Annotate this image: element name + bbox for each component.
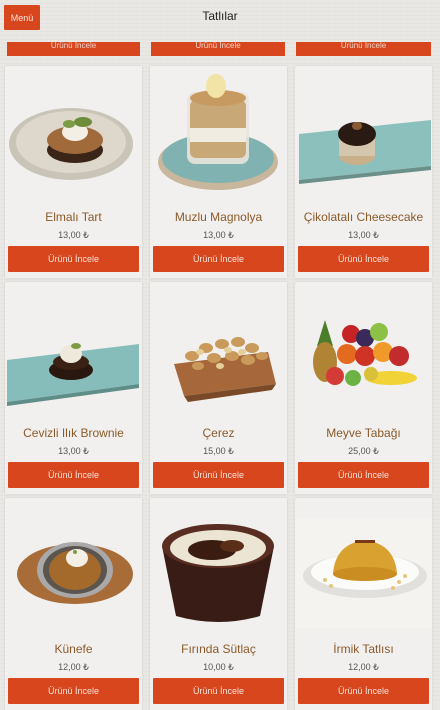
product-name: Meyve Tabağı	[326, 426, 401, 440]
product-detail-button[interactable]: Ürünü İncele	[298, 246, 429, 272]
product-price: 13,00 ₺	[58, 446, 89, 456]
product-price: 15,00 ₺	[203, 446, 234, 456]
product-price: 13,00 ₺	[348, 230, 379, 240]
product-detail-button[interactable]: Ürünü İncele	[298, 462, 429, 488]
product-card[interactable]: Künefe 12,00 ₺ Ürünü İncele	[5, 498, 142, 710]
product-price: 13,00 ₺	[58, 230, 89, 240]
nuts-bowl-photo	[150, 282, 287, 420]
product-price: 12,00 ₺	[348, 662, 379, 672]
product-card[interactable]: İrmik Tatlısı 12,00 ₺ Ürünü İncele	[295, 498, 432, 710]
apple-tart-photo	[5, 66, 142, 204]
product-detail-button[interactable]: Ürünü İncele	[8, 678, 139, 704]
kunefe-photo	[5, 498, 142, 636]
product-name: Cevizli Ilık Brownie	[23, 426, 124, 440]
product-name: Çerez	[202, 426, 235, 440]
product-name: Muzlu Magnolya	[174, 210, 263, 224]
product-card[interactable]: Fırında Sütlaç 10,00 ₺ Ürünü İncele	[150, 498, 287, 710]
product-detail-button[interactable]: Ürünü İncele	[7, 42, 140, 56]
banana-magnolia-photo	[150, 66, 287, 204]
top-bar: Menü Tatlılar	[0, 0, 440, 36]
product-detail-button[interactable]: Ürünü İncele	[151, 42, 285, 56]
product-detail-button[interactable]: Ürünü İncele	[298, 678, 429, 704]
product-card[interactable]: Çikolatalı Cheesecake 13,00 ₺ Ürünü İnce…	[295, 66, 432, 278]
walnut-brownie-photo	[5, 282, 142, 420]
previous-row-buttons: Ürünü İncele Ürünü İncele Ürünü İncele	[0, 42, 440, 58]
product-card[interactable]: Meyve Tabağı 25,00 ₺ Ürünü İncele	[295, 282, 432, 494]
product-name: İrmik Tatlısı	[333, 642, 394, 656]
page-title: Tatlılar	[202, 9, 238, 23]
product-name: Elmalı Tart	[45, 210, 102, 224]
product-price: 10,00 ₺	[203, 662, 234, 672]
product-detail-button[interactable]: Ürünü İncele	[8, 246, 139, 272]
product-detail-button[interactable]: Ürünü İncele	[8, 462, 139, 488]
product-price: 25,00 ₺	[348, 446, 379, 456]
product-card[interactable]: Cevizli Ilık Brownie 13,00 ₺ Ürünü İncel…	[5, 282, 142, 494]
product-detail-button[interactable]: Ürünü İncele	[153, 462, 284, 488]
product-card[interactable]: Çerez 15,00 ₺ Ürünü İncele	[150, 282, 287, 494]
semolina-dessert-photo	[295, 498, 432, 636]
product-name: Künefe	[54, 642, 93, 656]
product-price: 13,00 ₺	[203, 230, 234, 240]
chocolate-cheesecake-photo	[295, 66, 432, 204]
product-name: Çikolatalı Cheesecake	[303, 210, 424, 224]
product-price: 12,00 ₺	[58, 662, 89, 672]
fruit-plate-photo	[295, 282, 432, 420]
product-detail-button[interactable]: Ürünü İncele	[153, 246, 284, 272]
product-name: Fırında Sütlaç	[181, 642, 256, 656]
product-card[interactable]: Elmalı Tart 13,00 ₺ Ürünü İncele	[5, 66, 142, 278]
product-detail-button[interactable]: Ürünü İncele	[153, 678, 284, 704]
product-card[interactable]: Muzlu Magnolya 13,00 ₺ Ürünü İncele	[150, 66, 287, 278]
product-detail-button[interactable]: Ürünü İncele	[296, 42, 431, 56]
rice-pudding-photo	[150, 498, 287, 636]
